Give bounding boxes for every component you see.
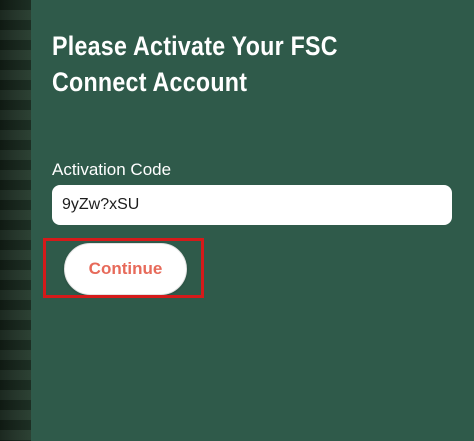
- activation-code-label: Activation Code: [52, 160, 172, 179]
- activation-page: Please Activate Your FSC Connect Account…: [0, 0, 474, 441]
- page-title: Please Activate Your FSC Connect Account: [52, 31, 338, 97]
- activation-code-input[interactable]: [52, 185, 452, 225]
- continue-button[interactable]: Continue: [64, 243, 187, 295]
- background-image: [0, 0, 31, 441]
